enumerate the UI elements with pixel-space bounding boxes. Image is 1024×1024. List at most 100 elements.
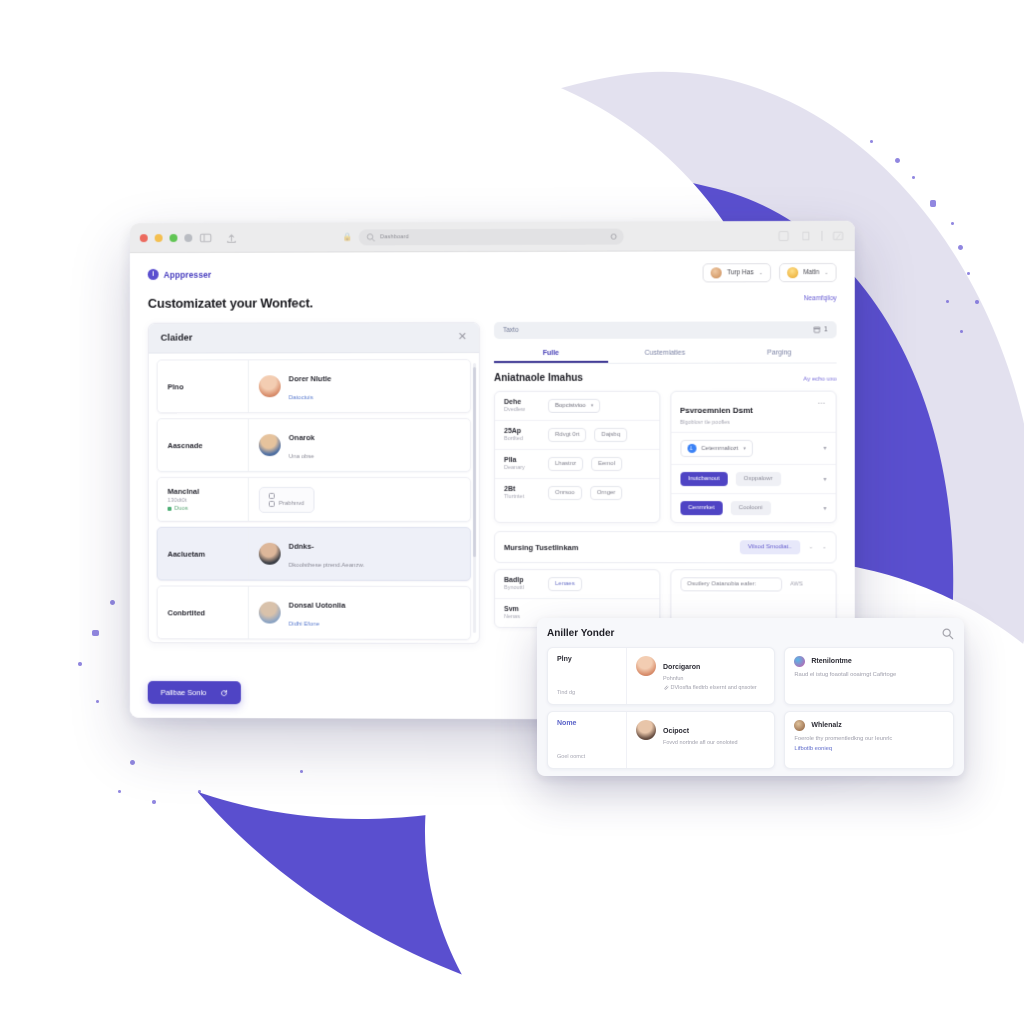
scrollbar-thumb[interactable] bbox=[473, 367, 477, 557]
setting-labels: Dehe Dvedlew bbox=[504, 399, 540, 413]
brand-name: Apppresser bbox=[163, 269, 212, 280]
setting-button[interactable]: Rdvgt 0rt bbox=[548, 427, 587, 442]
upload-icon[interactable] bbox=[225, 231, 238, 244]
person-meta: Una obse bbox=[288, 454, 315, 461]
chevron-down-icon[interactable]: ▾ bbox=[823, 445, 826, 452]
paint-speck bbox=[118, 790, 121, 793]
more-icon[interactable]: ⋯ bbox=[817, 399, 826, 408]
list-item[interactable]: Aascnade Onarok Una obse bbox=[156, 418, 472, 472]
list-item-label: Conbrtited bbox=[167, 607, 206, 617]
floating-card-label[interactable]: Nome bbox=[557, 720, 617, 727]
setting-pill[interactable]: Lenaes bbox=[548, 577, 582, 592]
list-item-label-cell: Conbrtited bbox=[157, 586, 249, 639]
side-card[interactable]: Rtenilontme Raud el istug foaotall ooair… bbox=[784, 647, 954, 705]
paint-speck bbox=[110, 600, 115, 605]
list-item[interactable]: Conbrtited Donsal Uotonlia Didhi Efone bbox=[156, 585, 472, 640]
floating-panel-main: Plny Tind dg Dorcigaron Pohnfun DVlosfta… bbox=[547, 647, 776, 769]
shield-icon[interactable]: 🔒 bbox=[343, 232, 353, 241]
setting-button[interactable]: Dajsbq bbox=[594, 427, 628, 442]
setting-row[interactable]: 25Ap Bortlted Rdvgt 0rt Dajsbq bbox=[494, 420, 659, 450]
reload-icon[interactable] bbox=[610, 233, 617, 240]
secondary-tag[interactable]: Oxppalowr bbox=[735, 472, 781, 487]
chevron-down-icon: ▾ bbox=[590, 402, 594, 409]
address-bar-text: Dashboard bbox=[380, 233, 409, 240]
paint-speck bbox=[958, 245, 963, 250]
setting-row[interactable]: Osutlery Oatanobia eafer: AWS bbox=[671, 570, 836, 598]
primary-tag[interactable]: Cenrnrket bbox=[679, 501, 723, 516]
wide-row-badge[interactable]: Vilxod Srnodiat.. bbox=[739, 540, 800, 555]
list-item[interactable]: Aacluetam Ddnks- Dkoolsthese ptrend.Aean… bbox=[156, 526, 472, 581]
wide-setting-row[interactable]: Mursing Tusetlinkam Vilxod Srnodiat.. ⌄ … bbox=[493, 531, 837, 564]
setting-button[interactable]: Ornger bbox=[589, 486, 623, 501]
tag-row[interactable]: Inutcbanout Oxppalowr ▾ bbox=[670, 464, 836, 495]
user-badge-icon bbox=[794, 720, 806, 731]
paint-speck bbox=[912, 176, 915, 179]
tab-customiaties[interactable]: Custemiaties bbox=[608, 345, 722, 363]
paint-speck bbox=[130, 760, 135, 765]
setting-row[interactable]: Dehe Dvedlew Bopcistvioo ▾ bbox=[494, 391, 659, 421]
toolbar-divider bbox=[821, 230, 823, 241]
address-bar[interactable]: Dashboard bbox=[358, 228, 624, 245]
setting-button[interactable]: Eemol bbox=[591, 456, 623, 472]
floating-card[interactable]: Plny Tind dg Dorcigaron Pohnfun DVlosfta… bbox=[547, 647, 776, 705]
left-panel-list: Plno Dorer Nlutle Datociuis Aascnade Ona… bbox=[149, 353, 479, 643]
chevron-down-icon[interactable]: ⌄ bbox=[822, 544, 826, 550]
primary-tag[interactable]: Inutcbanout bbox=[679, 472, 728, 487]
section-action-link[interactable]: Ay echo uxo bbox=[803, 377, 836, 383]
maximize-traffic-light[interactable] bbox=[169, 233, 178, 242]
search-icon[interactable] bbox=[941, 627, 954, 640]
settings-panel-title: Psvroemnien Dsmt bbox=[679, 405, 753, 415]
setting-row[interactable]: 2Bt Tlurtntet Onrsoo Ornger bbox=[495, 479, 659, 507]
paint-speck bbox=[152, 800, 156, 804]
download-icon[interactable] bbox=[799, 229, 812, 241]
person-meta: Datociuis bbox=[288, 395, 314, 402]
side-card-link[interactable]: Lifbotlb eonieq bbox=[794, 746, 944, 752]
header-secondary-link[interactable]: Neamfqiloy bbox=[804, 295, 837, 302]
secondary-tag[interactable]: Coolooni bbox=[730, 501, 771, 516]
header-button-2[interactable]: Matln ⌄ bbox=[778, 263, 837, 283]
settings-panel-header: Psvroemnien Dsmt Blgoblovr tle poofles ⋯ bbox=[670, 391, 836, 433]
floating-card[interactable]: Nome Goel oomct Ocipoct Fovvd nortnde af… bbox=[547, 711, 776, 769]
minimize-traffic-light[interactable] bbox=[154, 233, 163, 242]
status-badge: Duos bbox=[167, 506, 238, 512]
list-item[interactable]: Plno Dorer Nlutle Datociuis bbox=[156, 359, 472, 414]
setting-select-value: Bopcistvioo bbox=[555, 402, 586, 409]
puzzle-icon[interactable] bbox=[777, 229, 790, 241]
panel-toolbar-label: Taxto bbox=[502, 326, 519, 334]
sidebar-toggle-icon[interactable] bbox=[199, 231, 213, 243]
paint-speck bbox=[96, 700, 99, 703]
side-card-header: Rtenilontme bbox=[794, 656, 944, 667]
tag-select[interactable]: L Cetemrnaliozt ▾ bbox=[679, 439, 753, 457]
side-card[interactable]: Whlenalz Foerole thy promentledkng our I… bbox=[784, 711, 954, 769]
tab-fulle[interactable]: Fulle bbox=[494, 345, 608, 363]
setting-button[interactable]: Lhastnz bbox=[548, 456, 584, 472]
profile-icon[interactable] bbox=[832, 229, 845, 241]
paint-speck bbox=[198, 790, 201, 793]
header-button-1[interactable]: Turp Has ⌄ bbox=[702, 263, 771, 283]
brand[interactable]: i Apppresser bbox=[147, 268, 212, 280]
setting-row[interactable]: Badlp Bynouttl Lenaes bbox=[494, 570, 659, 600]
extra-traffic-light[interactable] bbox=[184, 233, 193, 242]
chevron-down-icon[interactable]: ⌄ bbox=[809, 544, 813, 550]
attachment-chip[interactable]: Prabhnvd bbox=[258, 486, 315, 513]
tab-parging[interactable]: Parging bbox=[722, 344, 837, 362]
setting-field[interactable]: Osutlery Oatanobia eafer: bbox=[679, 577, 783, 592]
close-icon[interactable]: ✕ bbox=[458, 331, 467, 343]
setting-sub: Bynouttl bbox=[503, 585, 524, 592]
setting-select[interactable]: Bopcistvioo ▾ bbox=[548, 398, 601, 413]
chevron-down-icon[interactable]: ▾ bbox=[823, 476, 826, 483]
list-item-label: Aacluetam bbox=[167, 549, 206, 559]
tag-row[interactable]: L Cetemrnaliozt ▾ ▾ bbox=[670, 432, 836, 465]
close-traffic-light[interactable] bbox=[139, 233, 148, 242]
avatar bbox=[258, 434, 281, 457]
list-item[interactable]: Manclnal 130dt0t Duos Prabhnvd bbox=[156, 476, 472, 522]
setting-row[interactable]: Plla Deanary Lhastnz Eemol bbox=[494, 449, 659, 480]
panel-toolbar-right[interactable]: 1 bbox=[814, 326, 828, 333]
list-item-content: Donsal Uotonlia Didhi Efone bbox=[249, 587, 470, 639]
primary-action-button[interactable]: Pallbae Sonlo bbox=[147, 680, 242, 705]
setting-button[interactable]: Onrsoo bbox=[548, 486, 582, 501]
tag-row[interactable]: Cenrnrket Coolooni ▾ bbox=[671, 494, 836, 522]
side-card-header: Whlenalz bbox=[794, 720, 944, 731]
person-note-text: DVlosfta fledtrb elsernt and qnsoter bbox=[670, 685, 757, 691]
chevron-down-icon[interactable]: ▾ bbox=[823, 505, 826, 512]
